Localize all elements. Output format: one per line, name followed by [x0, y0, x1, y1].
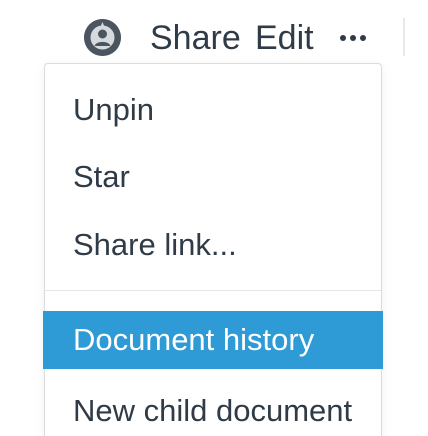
more-horizontal-icon-dot [350, 35, 356, 41]
menu-item-new-child-document[interactable]: New child document [45, 386, 381, 436]
edit-button[interactable]: Edit [255, 14, 314, 62]
menu-item-unpin[interactable]: Unpin [45, 85, 381, 135]
menu-separator [45, 290, 381, 291]
document-actions-menu: Unpin Star Share link... Document histor… [43, 63, 383, 436]
more-horizontal-icon-dot [360, 35, 366, 41]
more-options-button[interactable] [333, 28, 373, 48]
more-horizontal-icon [340, 35, 346, 41]
toolbar-divider [403, 18, 405, 56]
document-toolbar-view: Share Edit Unpin Star Share link... Docu… [0, 0, 428, 436]
user-avatar-icon[interactable] [84, 19, 121, 56]
menu-item-share-link[interactable]: Share link... [45, 220, 381, 270]
menu-item-star[interactable]: Star [45, 152, 381, 202]
share-button[interactable]: Share [150, 14, 241, 62]
user-avatar-graphic [84, 19, 121, 56]
menu-item-document-history[interactable]: Document history [43, 311, 383, 369]
